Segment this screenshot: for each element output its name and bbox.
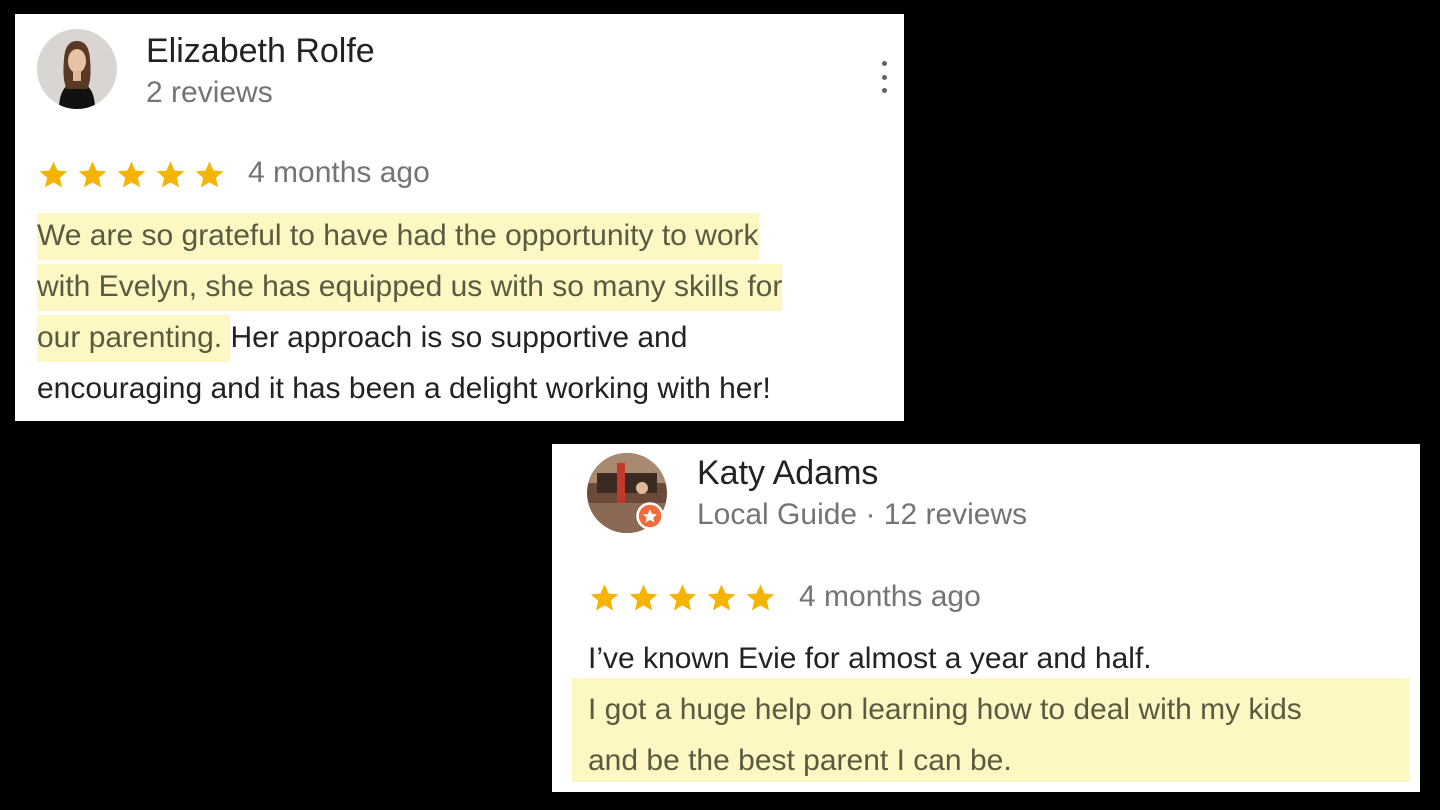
author-meta[interactable]: Local Guide · 12 reviews [697, 498, 1027, 532]
review-line: I’ve known Evie for almost a year and ha… [588, 633, 1302, 684]
plain-text: encouraging and it has been a delight wo… [37, 372, 771, 405]
star-icon [78, 161, 107, 188]
review-line: with Evelyn, she has equipped us with so… [37, 261, 783, 312]
review-time: 4 months ago [799, 580, 981, 613]
review-line: our parenting. Her approach is so suppor… [37, 312, 782, 363]
star-rating [37, 158, 226, 191]
star-icon [746, 584, 775, 611]
star-icon [156, 161, 185, 188]
avatar[interactable] [37, 29, 117, 109]
review-card-2: Katy Adams Local Guide · 12 reviews 4 mo… [552, 444, 1420, 792]
review-text: We are so grateful to have had the oppor… [37, 210, 783, 414]
review-text: I’ve known Evie for almost a year and ha… [588, 633, 1302, 786]
highlighted-text: with Evelyn, she has equipped us with so… [37, 264, 783, 311]
star-icon [39, 161, 68, 188]
review-line: I got a huge help on learning how to dea… [588, 684, 1302, 735]
review-line: and be the best parent I can be. [588, 735, 1302, 786]
author-name[interactable]: Elizabeth Rolfe [146, 32, 375, 71]
star-icon [707, 584, 736, 611]
star-icon [195, 161, 224, 188]
star-icon [117, 161, 146, 188]
highlighted-text: and be the best parent I can be. [588, 744, 1012, 777]
review-line: encouraging and it has been a delight wo… [37, 363, 782, 414]
plain-text: Her approach is so supportive and [230, 321, 688, 354]
plain-text: I’ve known Evie for almost a year and ha… [588, 642, 1152, 675]
review-line: We are so grateful to have had the oppor… [37, 210, 782, 261]
author-name[interactable]: Katy Adams [697, 454, 878, 493]
star-icon [668, 584, 697, 611]
more-vert-icon[interactable] [877, 61, 891, 93]
star-rating [588, 581, 777, 614]
star-icon [629, 584, 658, 611]
highlighted-text: I got a huge help on learning how to dea… [588, 693, 1302, 726]
highlighted-text: our parenting. [37, 315, 231, 362]
avatar[interactable] [587, 453, 667, 533]
highlighted-text: We are so grateful to have had the oppor… [37, 213, 759, 260]
review-time: 4 months ago [248, 156, 430, 189]
review-card-1: Elizabeth Rolfe 2 reviews 4 months ago W… [15, 14, 904, 421]
star-icon [590, 584, 619, 611]
local-guide-badge-icon [636, 502, 664, 530]
author-review-count[interactable]: 2 reviews [146, 76, 273, 110]
